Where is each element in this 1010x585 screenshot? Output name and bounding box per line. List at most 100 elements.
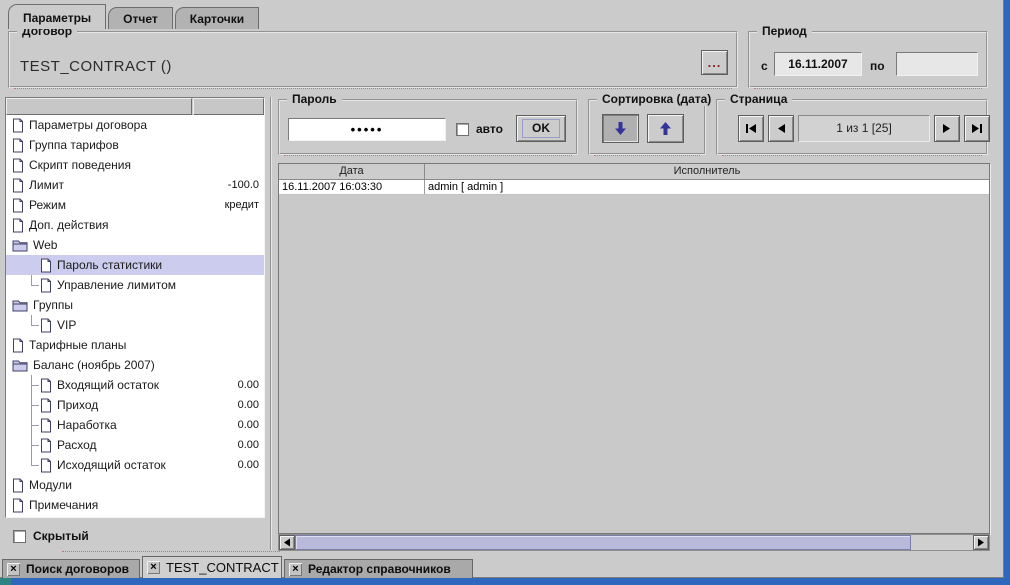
document-icon [12,138,24,153]
first-page-button[interactable] [738,115,764,142]
tree-connector [24,315,40,335]
application-window: ПараметрыОтчетКарточки Договор TEST_CONT… [0,0,1004,578]
tree-item[interactable]: Параметры договора [6,115,264,135]
table-column-header[interactable]: Дата [279,164,425,179]
sort-descending-button[interactable] [602,114,639,143]
document-icon [40,318,52,333]
previous-page-button[interactable] [768,115,794,142]
scroll-right-button[interactable] [973,535,989,550]
tree-item[interactable]: Скрипт поведения [6,155,264,175]
tree-item-label: Примечания [29,498,98,512]
top-tab[interactable]: Отчет [108,7,173,29]
tree-item[interactable]: Пароль статистики [6,255,264,275]
tree-item[interactable]: Доп. действия [6,215,264,235]
bottom-tab[interactable]: × Редактор справочников [284,559,473,578]
password-input[interactable]: ••••• [288,118,446,141]
document-icon [40,438,52,453]
bottom-tab-label: Поиск договоров [26,562,129,576]
tree-connector [24,275,40,295]
tree-item-value: кредит [192,199,259,211]
table-row[interactable]: 16.11.2007 16:03:30admin [ admin ] [279,180,989,195]
tree-connector [24,375,40,395]
close-icon[interactable]: × [289,563,302,576]
table-cell: admin [ admin ] [425,180,989,194]
tree-item-label: Баланс (ноябрь 2007) [33,358,155,372]
document-icon [40,278,52,293]
scrollbar-thumb[interactable] [295,535,911,550]
tree-item-value: 0.00 [192,439,259,451]
table-body: 16.11.2007 16:03:30admin [ admin ] [279,180,989,195]
next-page-button[interactable] [934,115,960,142]
document-icon [40,378,52,393]
tree-connector [24,415,40,435]
last-page-button[interactable] [964,115,990,142]
document-icon [12,498,24,513]
page-status-field: 1 из 1 [25] [798,115,930,142]
tree-item[interactable]: Тарифные планы [6,335,264,355]
scrollbar-track[interactable] [911,535,973,550]
period-to-label: по [870,59,885,73]
top-tab[interactable]: Карточки [175,7,259,29]
tree-item-label: Группы [33,298,73,312]
contract-value: TEST_CONTRACT () [20,58,172,75]
tree-item-label: Модули [29,478,72,492]
scroll-left-button[interactable] [279,535,295,550]
tree-item[interactable]: Управление лимитом [6,275,264,295]
document-icon [40,458,52,473]
document-icon [12,118,24,133]
tree-item-label: Группа тарифов [29,138,119,152]
tree-item-label: Приход [57,398,98,412]
document-icon [12,218,24,233]
tree-header-name-column[interactable] [6,98,192,115]
tree-item-label: Web [33,238,57,252]
table-header-row: ДатаИсполнитель [279,164,989,180]
ok-button[interactable]: OK [516,115,566,142]
bottom-tab[interactable]: × TEST_CONTRACT [142,556,282,578]
tree-item[interactable]: Режимкредит [6,195,264,215]
tree-item[interactable]: VIP [6,315,264,335]
horizontal-scrollbar[interactable] [278,534,990,551]
tree-item[interactable]: Входящий остаток0.00 [6,375,264,395]
tree-item[interactable]: Приход 0.00 [6,395,264,415]
document-icon [12,338,24,353]
hidden-checkbox[interactable]: Скрытый [13,529,89,543]
tree-item-value: 0.00 [192,419,259,431]
document-icon [40,258,52,273]
close-icon[interactable]: × [147,561,160,574]
split-divider[interactable] [270,97,271,550]
close-icon[interactable]: × [7,563,20,576]
period-from-field[interactable]: 16.11.2007 [774,52,862,76]
auto-checkbox-label: авто [476,122,503,136]
tree-item[interactable]: Наработка0.00 [6,415,264,435]
checkbox-icon[interactable] [13,530,26,543]
contract-browse-button[interactable]: ... [701,50,728,75]
table-column-header[interactable]: Исполнитель [425,164,989,179]
contract-group: Договор TEST_CONTRACT () ... [8,31,738,88]
folder-icon [12,359,28,372]
tree-item[interactable]: Модули [6,475,264,495]
tree-item[interactable]: Исходящий остаток0.00 [6,455,264,475]
tree-item[interactable]: Лимит-100.0 [6,175,264,195]
tree-header-value-column[interactable] [193,98,264,115]
period-group-title: Период [757,24,812,38]
top-tab[interactable]: Параметры [8,4,106,29]
previous-page-icon [776,123,786,134]
auto-checkbox[interactable]: авто [456,122,503,136]
bottom-tab[interactable]: × Поиск договоров [2,559,140,578]
tree-item-label: Лимит [29,178,64,192]
sort-ascending-button[interactable] [647,114,684,143]
period-to-field[interactable] [896,52,978,76]
tree-item[interactable]: Web [6,235,264,255]
tree-item[interactable]: Примечания [6,495,264,515]
tree-item-value: 0.00 [192,399,259,411]
folder-icon [12,299,28,312]
tree-item[interactable]: Расход0.00 [6,435,264,455]
tree-item[interactable]: Группа тарифов [6,135,264,155]
tree-item[interactable]: Группы [6,295,264,315]
tree-item[interactable]: Баланс (ноябрь 2007) [6,355,264,375]
sort-group-title: Сортировка (дата) [597,92,716,106]
period-from-label: с [761,59,768,73]
tree-header [6,98,264,115]
checkbox-icon[interactable] [456,123,469,136]
tree-item-label: Входящий остаток [57,378,159,392]
